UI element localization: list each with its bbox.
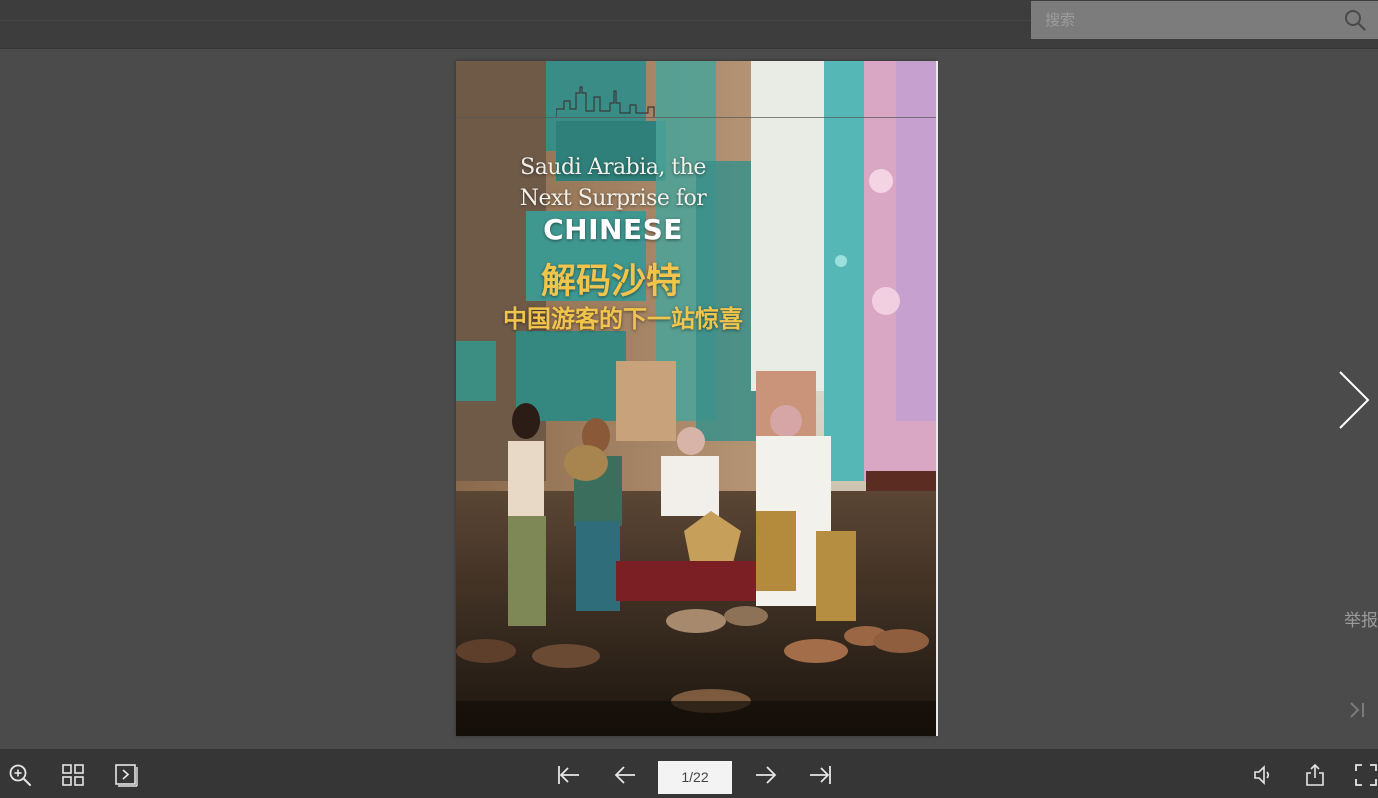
top-divider <box>0 20 1031 21</box>
skyline-logo <box>556 86 655 117</box>
bottom-toolbar: 1/22 <box>0 749 1378 798</box>
report-link[interactable]: 举报 <box>1344 606 1378 631</box>
search-icon[interactable] <box>1344 9 1366 31</box>
top-bar <box>0 0 1378 49</box>
last-page-side-icon[interactable] <box>1347 700 1367 720</box>
share-icon[interactable] <box>1303 763 1327 787</box>
magazine-page[interactable]: Saudi Arabia, the Next Surprise for CHIN… <box>456 61 936 736</box>
speaker-icon[interactable] <box>1251 763 1275 787</box>
first-page-icon[interactable] <box>556 763 580 787</box>
page-number-input[interactable]: 1/22 <box>658 761 732 794</box>
cover-title-en-line1: Saudi Arabia, the <box>520 155 706 180</box>
cover-rule <box>456 117 936 118</box>
cover-title-cn-line2: 中国游客的下一站惊喜 <box>503 305 743 333</box>
last-page-icon[interactable] <box>809 763 833 787</box>
next-page-arrow-icon[interactable] <box>1336 368 1372 432</box>
search-input[interactable] <box>1031 1 1359 39</box>
zoom-in-icon[interactable] <box>8 763 32 787</box>
play-icon[interactable] <box>114 763 138 787</box>
cover-title-en-line2: Next Surprise for <box>519 186 707 211</box>
search-box <box>1031 1 1378 39</box>
next-page-icon[interactable] <box>754 763 778 787</box>
grid-icon[interactable] <box>61 763 85 787</box>
cover-title-cn-line1: 解码沙特 <box>540 262 681 302</box>
prev-page-icon[interactable] <box>613 763 637 787</box>
fullscreen-icon[interactable] <box>1354 763 1378 787</box>
cover-title-en-line3: CHINESE <box>543 213 683 246</box>
